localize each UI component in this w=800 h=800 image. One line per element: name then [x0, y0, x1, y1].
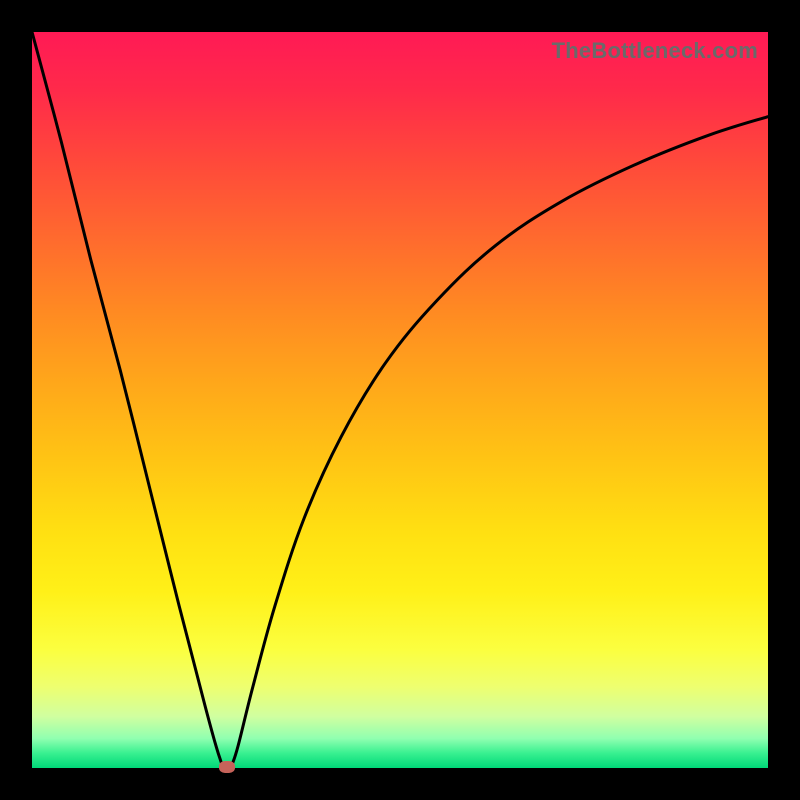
curve-minimum-marker [219, 761, 235, 773]
curve-svg [32, 32, 768, 768]
chart-frame: TheBottleneck.com [0, 0, 800, 800]
bottleneck-curve [32, 32, 768, 768]
plot-area: TheBottleneck.com [32, 32, 768, 768]
